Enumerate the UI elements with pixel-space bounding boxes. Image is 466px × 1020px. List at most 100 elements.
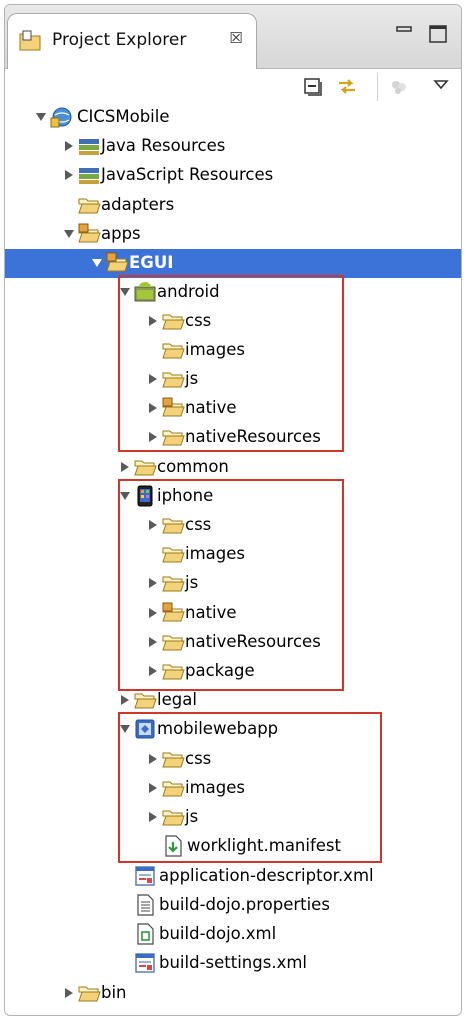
tree-item-mobilewebapp[interactable]: mobilewebapp bbox=[5, 715, 461, 744]
collapsed-twisty-icon[interactable] bbox=[147, 402, 159, 414]
folder-icon bbox=[161, 514, 185, 536]
collapsed-twisty-icon[interactable] bbox=[147, 519, 159, 531]
tree-item-common[interactable]: common bbox=[5, 453, 461, 482]
collapsed-twisty-icon[interactable] bbox=[119, 461, 131, 473]
tree-item-iphone[interactable]: iphone bbox=[5, 482, 461, 511]
text-file-icon bbox=[133, 894, 157, 916]
collapsed-twisty-icon[interactable] bbox=[147, 607, 159, 619]
tree-item-label: EGUI bbox=[129, 253, 174, 272]
tree-item-label: adapters bbox=[101, 195, 175, 214]
tree-item-apps[interactable]: apps bbox=[5, 220, 461, 249]
tree-item-java-resources[interactable]: Java Resources bbox=[5, 132, 461, 161]
tree-item-android-images[interactable]: images bbox=[5, 336, 461, 365]
tree-item-legal[interactable]: legal bbox=[5, 686, 461, 715]
tree-item-label: css bbox=[185, 515, 212, 534]
collapsed-twisty-icon[interactable] bbox=[147, 782, 159, 794]
library-icon bbox=[77, 164, 101, 186]
android-icon bbox=[134, 282, 156, 302]
expanded-twisty-icon[interactable] bbox=[63, 228, 75, 240]
tree-item-label: worklight.manifest bbox=[187, 836, 341, 855]
tree-item-android-js[interactable]: js bbox=[5, 365, 461, 394]
folder-icon bbox=[161, 602, 185, 624]
tree-item-label: iphone bbox=[157, 486, 214, 505]
tree-item-label: js bbox=[185, 573, 199, 592]
collapsed-twisty-icon[interactable] bbox=[119, 694, 131, 706]
folder-icon bbox=[133, 456, 157, 478]
tree-item-build-dojo-properties[interactable]: build-dojo.properties bbox=[5, 891, 461, 920]
tree-item-adapters[interactable]: adapters bbox=[5, 191, 461, 220]
tree-item-label: native bbox=[185, 603, 237, 622]
tree-item-egui[interactable]: EGUI bbox=[5, 249, 461, 278]
tree-item-mobilewebapp-css[interactable]: css bbox=[5, 745, 461, 774]
expanded-twisty-icon[interactable] bbox=[91, 257, 103, 269]
expanded-twisty-icon[interactable] bbox=[35, 111, 47, 123]
collapsed-twisty-icon[interactable] bbox=[147, 315, 159, 327]
tree-item-mobilewebapp-js[interactable]: js bbox=[5, 803, 461, 832]
tree-item-label: native bbox=[185, 398, 237, 417]
tree-item-bin[interactable]: bin bbox=[5, 979, 461, 1008]
tree-item-label: legal bbox=[157, 690, 197, 709]
tree-item-iphone-css[interactable]: css bbox=[5, 511, 461, 540]
tree-item-javascript-resources[interactable]: JavaScript Resources bbox=[5, 161, 461, 190]
tree-item-iphone-nativeresources[interactable]: nativeResources bbox=[5, 628, 461, 657]
folder-icon bbox=[105, 252, 129, 274]
tree-item-iphone-images[interactable]: images bbox=[5, 540, 461, 569]
tree-item-label: apps bbox=[101, 224, 141, 243]
tree-item-iphone-native[interactable]: native bbox=[5, 599, 461, 628]
collapsed-twisty-icon[interactable] bbox=[147, 811, 159, 823]
tree-item-label: build-settings.xml bbox=[159, 953, 307, 972]
tree-item-android-native[interactable]: native bbox=[5, 394, 461, 423]
xml-file-icon bbox=[133, 952, 157, 974]
tree-item-label: images bbox=[185, 340, 245, 359]
tree-item-label: JavaScript Resources bbox=[101, 165, 274, 184]
iphone-icon bbox=[137, 485, 153, 507]
collapsed-twisty-icon[interactable] bbox=[147, 431, 159, 443]
folder-icon bbox=[161, 572, 185, 594]
folder-icon bbox=[161, 631, 185, 653]
project-explorer-view: Project Explorer ☒ CICSMobile Java Resou… bbox=[4, 4, 462, 1016]
folder-icon bbox=[133, 689, 157, 711]
expanded-twisty-icon[interactable] bbox=[119, 286, 131, 298]
folder-icon bbox=[161, 368, 185, 390]
tree-item-application-descriptor[interactable]: application-descriptor.xml bbox=[5, 862, 461, 891]
tree-item-mobilewebapp-images[interactable]: images bbox=[5, 774, 461, 803]
mobile-web-app-icon bbox=[135, 719, 155, 739]
project-tree: CICSMobile Java Resources JavaScript Res… bbox=[5, 5, 461, 1015]
tree-item-iphone-package[interactable]: package bbox=[5, 657, 461, 686]
collapsed-twisty-icon[interactable] bbox=[63, 169, 75, 181]
tree-item-label: js bbox=[185, 369, 199, 388]
collapsed-twisty-icon[interactable] bbox=[147, 753, 159, 765]
tree-item-build-settings[interactable]: build-settings.xml bbox=[5, 949, 461, 978]
tree-item-android-nativeresources[interactable]: nativeResources bbox=[5, 423, 461, 452]
manifest-file-icon bbox=[165, 835, 182, 857]
collapsed-twisty-icon[interactable] bbox=[147, 577, 159, 589]
tree-item-label: js bbox=[185, 807, 199, 826]
collapsed-twisty-icon[interactable] bbox=[63, 140, 75, 152]
tree-item-label: application-descriptor.xml bbox=[159, 866, 374, 885]
tree-item-label: build-dojo.properties bbox=[159, 895, 330, 914]
tree-item-label: mobilewebapp bbox=[157, 719, 279, 738]
folder-icon bbox=[77, 194, 101, 216]
tree-item-build-dojo-xml[interactable]: build-dojo.xml bbox=[5, 920, 461, 949]
folder-icon bbox=[161, 397, 185, 419]
tree-item-label: css bbox=[185, 749, 212, 768]
collapsed-twisty-icon[interactable] bbox=[63, 987, 75, 999]
expanded-twisty-icon[interactable] bbox=[119, 723, 131, 735]
tree-item-label: css bbox=[185, 311, 212, 330]
tree-item-iphone-js[interactable]: js bbox=[5, 569, 461, 598]
folder-icon bbox=[161, 426, 185, 448]
tree-item-label: bin bbox=[101, 983, 127, 1002]
folder-icon bbox=[161, 310, 185, 332]
folder-icon bbox=[77, 223, 101, 245]
expanded-twisty-icon[interactable] bbox=[119, 490, 131, 502]
folder-icon bbox=[161, 543, 185, 565]
collapsed-twisty-icon[interactable] bbox=[147, 665, 159, 677]
collapsed-twisty-icon[interactable] bbox=[147, 373, 159, 385]
collapsed-twisty-icon[interactable] bbox=[147, 636, 159, 648]
tree-item-cicsmobile[interactable]: CICSMobile bbox=[5, 103, 461, 132]
tree-item-android-css[interactable]: css bbox=[5, 307, 461, 336]
tree-item-worklight-manifest[interactable]: worklight.manifest bbox=[5, 832, 461, 861]
folder-icon bbox=[161, 339, 185, 361]
folder-icon bbox=[77, 982, 101, 1004]
tree-item-android[interactable]: android bbox=[5, 278, 461, 307]
